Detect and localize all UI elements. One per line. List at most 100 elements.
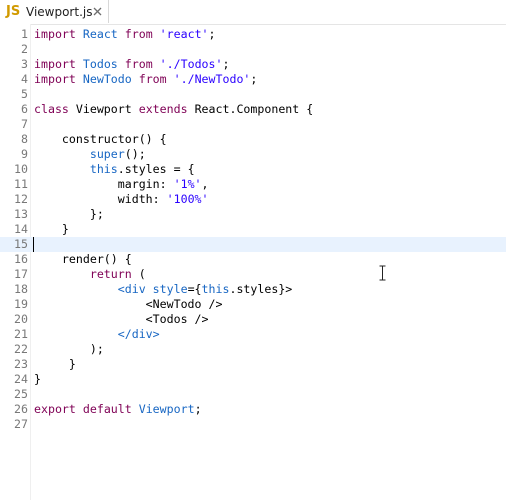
- code-token: ;: [194, 402, 202, 416]
- line-number: 18: [14, 282, 28, 296]
- line-number: 24: [14, 372, 28, 386]
- code-line[interactable]: 23 }: [0, 357, 506, 372]
- code-editor[interactable]: 1 import React from 'react'; 2 3 import Todo…: [0, 24, 506, 500]
- code-line[interactable]: 14 }: [0, 222, 506, 237]
- code-token: import: [34, 72, 83, 86]
- line-number: 16: [14, 252, 28, 266]
- line-number: 5: [21, 87, 28, 101]
- code-token: <NewTodo />: [34, 297, 223, 311]
- line-number: 7: [21, 117, 28, 131]
- code-line[interactable]: 6 class Viewport extends React.Component …: [0, 102, 506, 117]
- code-token: './Todos': [159, 57, 223, 71]
- code-token: };: [34, 207, 104, 221]
- code-token: <div: [117, 282, 153, 296]
- code-text: <NewTodo />: [34, 297, 223, 312]
- line-number: 22: [14, 342, 28, 356]
- code-line[interactable]: 11 margin: '1%',: [0, 177, 506, 192]
- line-number: 23: [14, 357, 28, 371]
- line-number: 11: [14, 177, 28, 191]
- tab-filename: Viewport.js: [26, 5, 93, 19]
- js-file-icon: JS: [6, 4, 21, 19]
- code-token: '100%': [166, 192, 209, 206]
- code-line[interactable]: 18 <div style={this.styles}>: [0, 282, 506, 297]
- code-token: this: [201, 282, 230, 296]
- line-number: 21: [14, 327, 28, 341]
- code-line[interactable]: 7: [0, 117, 506, 132]
- code-line[interactable]: 21 </div>: [0, 327, 506, 342]
- code-text: import Todos from './Todos';: [34, 57, 229, 72]
- code-text: );: [34, 342, 104, 357]
- code-token: ;: [250, 72, 258, 86]
- code-line[interactable]: 3 import Todos from './Todos';: [0, 57, 506, 72]
- line-number: 4: [21, 72, 28, 86]
- code-line[interactable]: 1 import React from 'react';: [0, 27, 506, 42]
- code-token: width:: [34, 192, 167, 206]
- line-number: 2: [21, 42, 28, 56]
- code-line[interactable]: 25: [0, 387, 506, 402]
- code-token: }: [34, 357, 76, 371]
- code-token: ;: [222, 57, 230, 71]
- text-cursor-icon: [379, 265, 386, 281]
- code-token: Todos: [82, 57, 125, 71]
- code-text: margin: '1%',: [34, 177, 209, 192]
- close-icon[interactable]: [92, 6, 103, 17]
- code-line[interactable]: 12 width: '100%': [0, 192, 506, 207]
- line-number: 3: [21, 57, 28, 71]
- line-number: 27: [14, 417, 28, 431]
- editor-tab-bar: JS Viewport.js: [0, 0, 506, 25]
- code-line[interactable]: 27: [0, 417, 506, 432]
- line-number: 9: [21, 147, 28, 161]
- code-token: render() {: [34, 252, 132, 266]
- code-token: (: [131, 267, 146, 281]
- code-text: import NewTodo from './NewTodo';: [34, 72, 257, 87]
- code-token: React.Component {: [194, 102, 314, 116]
- code-line[interactable]: 9 super();: [0, 147, 506, 162]
- code-line[interactable]: 16 render() {: [0, 252, 506, 267]
- code-text: <div style={this.styles}>: [34, 282, 293, 297]
- code-text: };: [34, 207, 104, 222]
- line-number: 12: [14, 192, 28, 206]
- code-line[interactable]: 17 return (: [0, 267, 506, 282]
- line-number: 13: [14, 207, 28, 221]
- code-line[interactable]: 10 this.styles = {: [0, 162, 506, 177]
- code-token: ={: [187, 282, 202, 296]
- code-line[interactable]: 26 export default Viewport;: [0, 402, 506, 417]
- code-token: class: [34, 102, 76, 116]
- code-line[interactable]: 4 import NewTodo from './NewTodo';: [0, 72, 506, 87]
- line-number: 14: [14, 222, 28, 236]
- code-token: style: [152, 282, 188, 296]
- code-token: React: [82, 27, 125, 41]
- code-token: extends: [138, 102, 195, 116]
- code-line[interactable]: 22 );: [0, 342, 506, 357]
- code-text: class Viewport extends React.Component {: [34, 102, 313, 117]
- code-text: export default Viewport;: [34, 402, 202, 417]
- code-token: </div>: [117, 327, 160, 341]
- code-line[interactable]: 5: [0, 87, 506, 102]
- code-line[interactable]: 19 <NewTodo />: [0, 297, 506, 312]
- code-token: from: [124, 27, 160, 41]
- code-token: .styles}>: [229, 282, 293, 296]
- code-line[interactable]: 8 constructor() {: [0, 132, 506, 147]
- code-text: render() {: [34, 252, 132, 267]
- code-line[interactable]: 13 };: [0, 207, 506, 222]
- code-token: import: [34, 57, 83, 71]
- code-line[interactable]: 24}: [0, 372, 506, 387]
- code-line[interactable]: 15: [0, 237, 506, 252]
- code-token: from: [138, 72, 174, 86]
- code-line[interactable]: 20 <Todos />: [0, 312, 506, 327]
- line-number: 10: [14, 162, 28, 176]
- code-text: width: '100%': [34, 192, 209, 207]
- code-token: }: [34, 222, 69, 236]
- code-token: './NewTodo': [173, 72, 251, 86]
- tab-viewport-js[interactable]: JS Viewport.js: [0, 0, 109, 23]
- code-token: <Todos />: [34, 312, 209, 326]
- line-number: 19: [14, 297, 28, 311]
- code-token: .styles = {: [117, 162, 195, 176]
- code-token: 'react': [159, 27, 209, 41]
- code-line[interactable]: 2: [0, 42, 506, 57]
- code-text: this.styles = {: [34, 162, 195, 177]
- line-number: 6: [21, 102, 28, 116]
